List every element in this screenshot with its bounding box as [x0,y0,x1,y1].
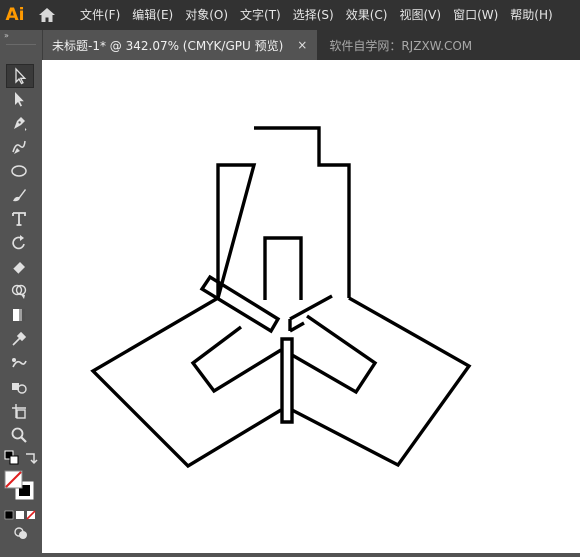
swap-arrow-icon [26,453,38,465]
tab-document-active[interactable]: 未标题-1* @ 342.07% (CMYK/GPU 预览) × [42,30,318,60]
artboard-canvas[interactable] [42,60,580,553]
default-colors-icon [4,450,19,465]
menu-window[interactable]: 窗口(W) [447,0,504,30]
gradient-tool-icon [13,309,25,321]
left-arm-inner [190,325,282,394]
home-icon [39,8,55,22]
type-tool[interactable] [6,208,32,230]
menu-effect[interactable]: 效果(C) [340,0,394,30]
eraser-tool[interactable] [6,256,32,278]
gradient-tool[interactable] [6,304,32,326]
selection-tool-icon [15,67,27,85]
shape-builder-tool[interactable] [6,280,32,302]
right-arm-inner [291,314,378,395]
draw-mode-icon [14,527,27,539]
fill-stroke-swatches[interactable] [4,470,36,502]
artboard-tool[interactable] [6,400,32,422]
center-bar [280,337,294,424]
swap-fill-stroke-button[interactable] [24,450,38,466]
menu-items: 文件(F) 编辑(E) 对象(O) 文字(T) 选择(S) 效果(C) 视图(V… [74,0,559,30]
eraser-tool-icon [12,262,25,275]
pen-tool-icon [14,117,27,131]
direct-selection-tool[interactable] [6,88,32,110]
ellipse-tool-icon [11,165,27,177]
curvature-tool[interactable] [6,136,32,158]
ellipse-tool[interactable] [6,160,32,182]
zoom-tool-icon [11,427,27,443]
menu-type[interactable]: 文字(T) [234,0,287,30]
draw-mode-button[interactable] [14,525,28,539]
home-button[interactable] [30,0,64,30]
close-tab-icon[interactable]: × [297,38,307,52]
artwork[interactable] [42,60,580,553]
blend-tool[interactable] [6,352,32,374]
panel-grip[interactable] [6,44,36,53]
collapse-panel-icon[interactable]: » [0,30,42,42]
top-arm-outer [216,126,351,299]
fill-stroke-icon [4,470,34,500]
selection-tool[interactable] [6,64,34,88]
tab-title-inactive: 软件自学网：RJZXW.COM [329,38,473,53]
menu-file[interactable]: 文件(F) [74,0,126,30]
document-tab-bar: 未标题-1* @ 342.07% (CMYK/GPU 预览) × 软件自学网：R… [42,30,580,60]
direct-selection-tool-icon [15,92,24,107]
color-mode-buttons[interactable] [4,506,36,520]
menu-select[interactable]: 选择(S) [287,0,340,30]
artboard-tool-icon [12,404,26,419]
tools-panel: » [0,30,43,553]
zoom-tool[interactable] [6,424,32,446]
left-arm-outer [90,296,282,469]
eyedropper-tool[interactable] [6,328,32,350]
top-arm-inner [263,236,303,300]
tab-title: 未标题-1* @ 342.07% (CMYK/GPU 预览) [52,38,284,53]
eyedropper-tool-icon [12,331,27,346]
color-mode-icons [4,510,36,520]
rotate-tool[interactable] [6,232,32,254]
paintbrush-tool-icon [13,189,26,202]
curvature-tool-icon [12,140,26,154]
shape-builder-tool-icon [11,284,27,299]
right-cut-strip [288,294,333,333]
symbol-sprayer-tool-icon [12,383,27,394]
menu-edit[interactable]: 编辑(E) [126,0,179,30]
menu-object[interactable]: 对象(O) [179,0,234,30]
blend-tool-icon [12,358,27,368]
menu-view[interactable]: 视图(V) [393,0,447,30]
symbol-sprayer-tool[interactable] [6,376,32,398]
pen-tool[interactable] [6,112,32,134]
menu-bar: Ai 文件(F) 编辑(E) 对象(O) 文字(T) 选择(S) 效果(C) 视… [0,0,580,30]
app-logo: Ai [5,5,25,25]
type-tool-icon [12,212,26,226]
menu-help[interactable]: 帮助(H) [504,0,558,30]
rotate-tool-icon [12,235,25,250]
tab-document-inactive[interactable]: 软件自学网：RJZXW.COM [317,30,484,60]
paintbrush-tool[interactable] [6,184,32,206]
default-fill-stroke-button[interactable] [4,450,20,466]
